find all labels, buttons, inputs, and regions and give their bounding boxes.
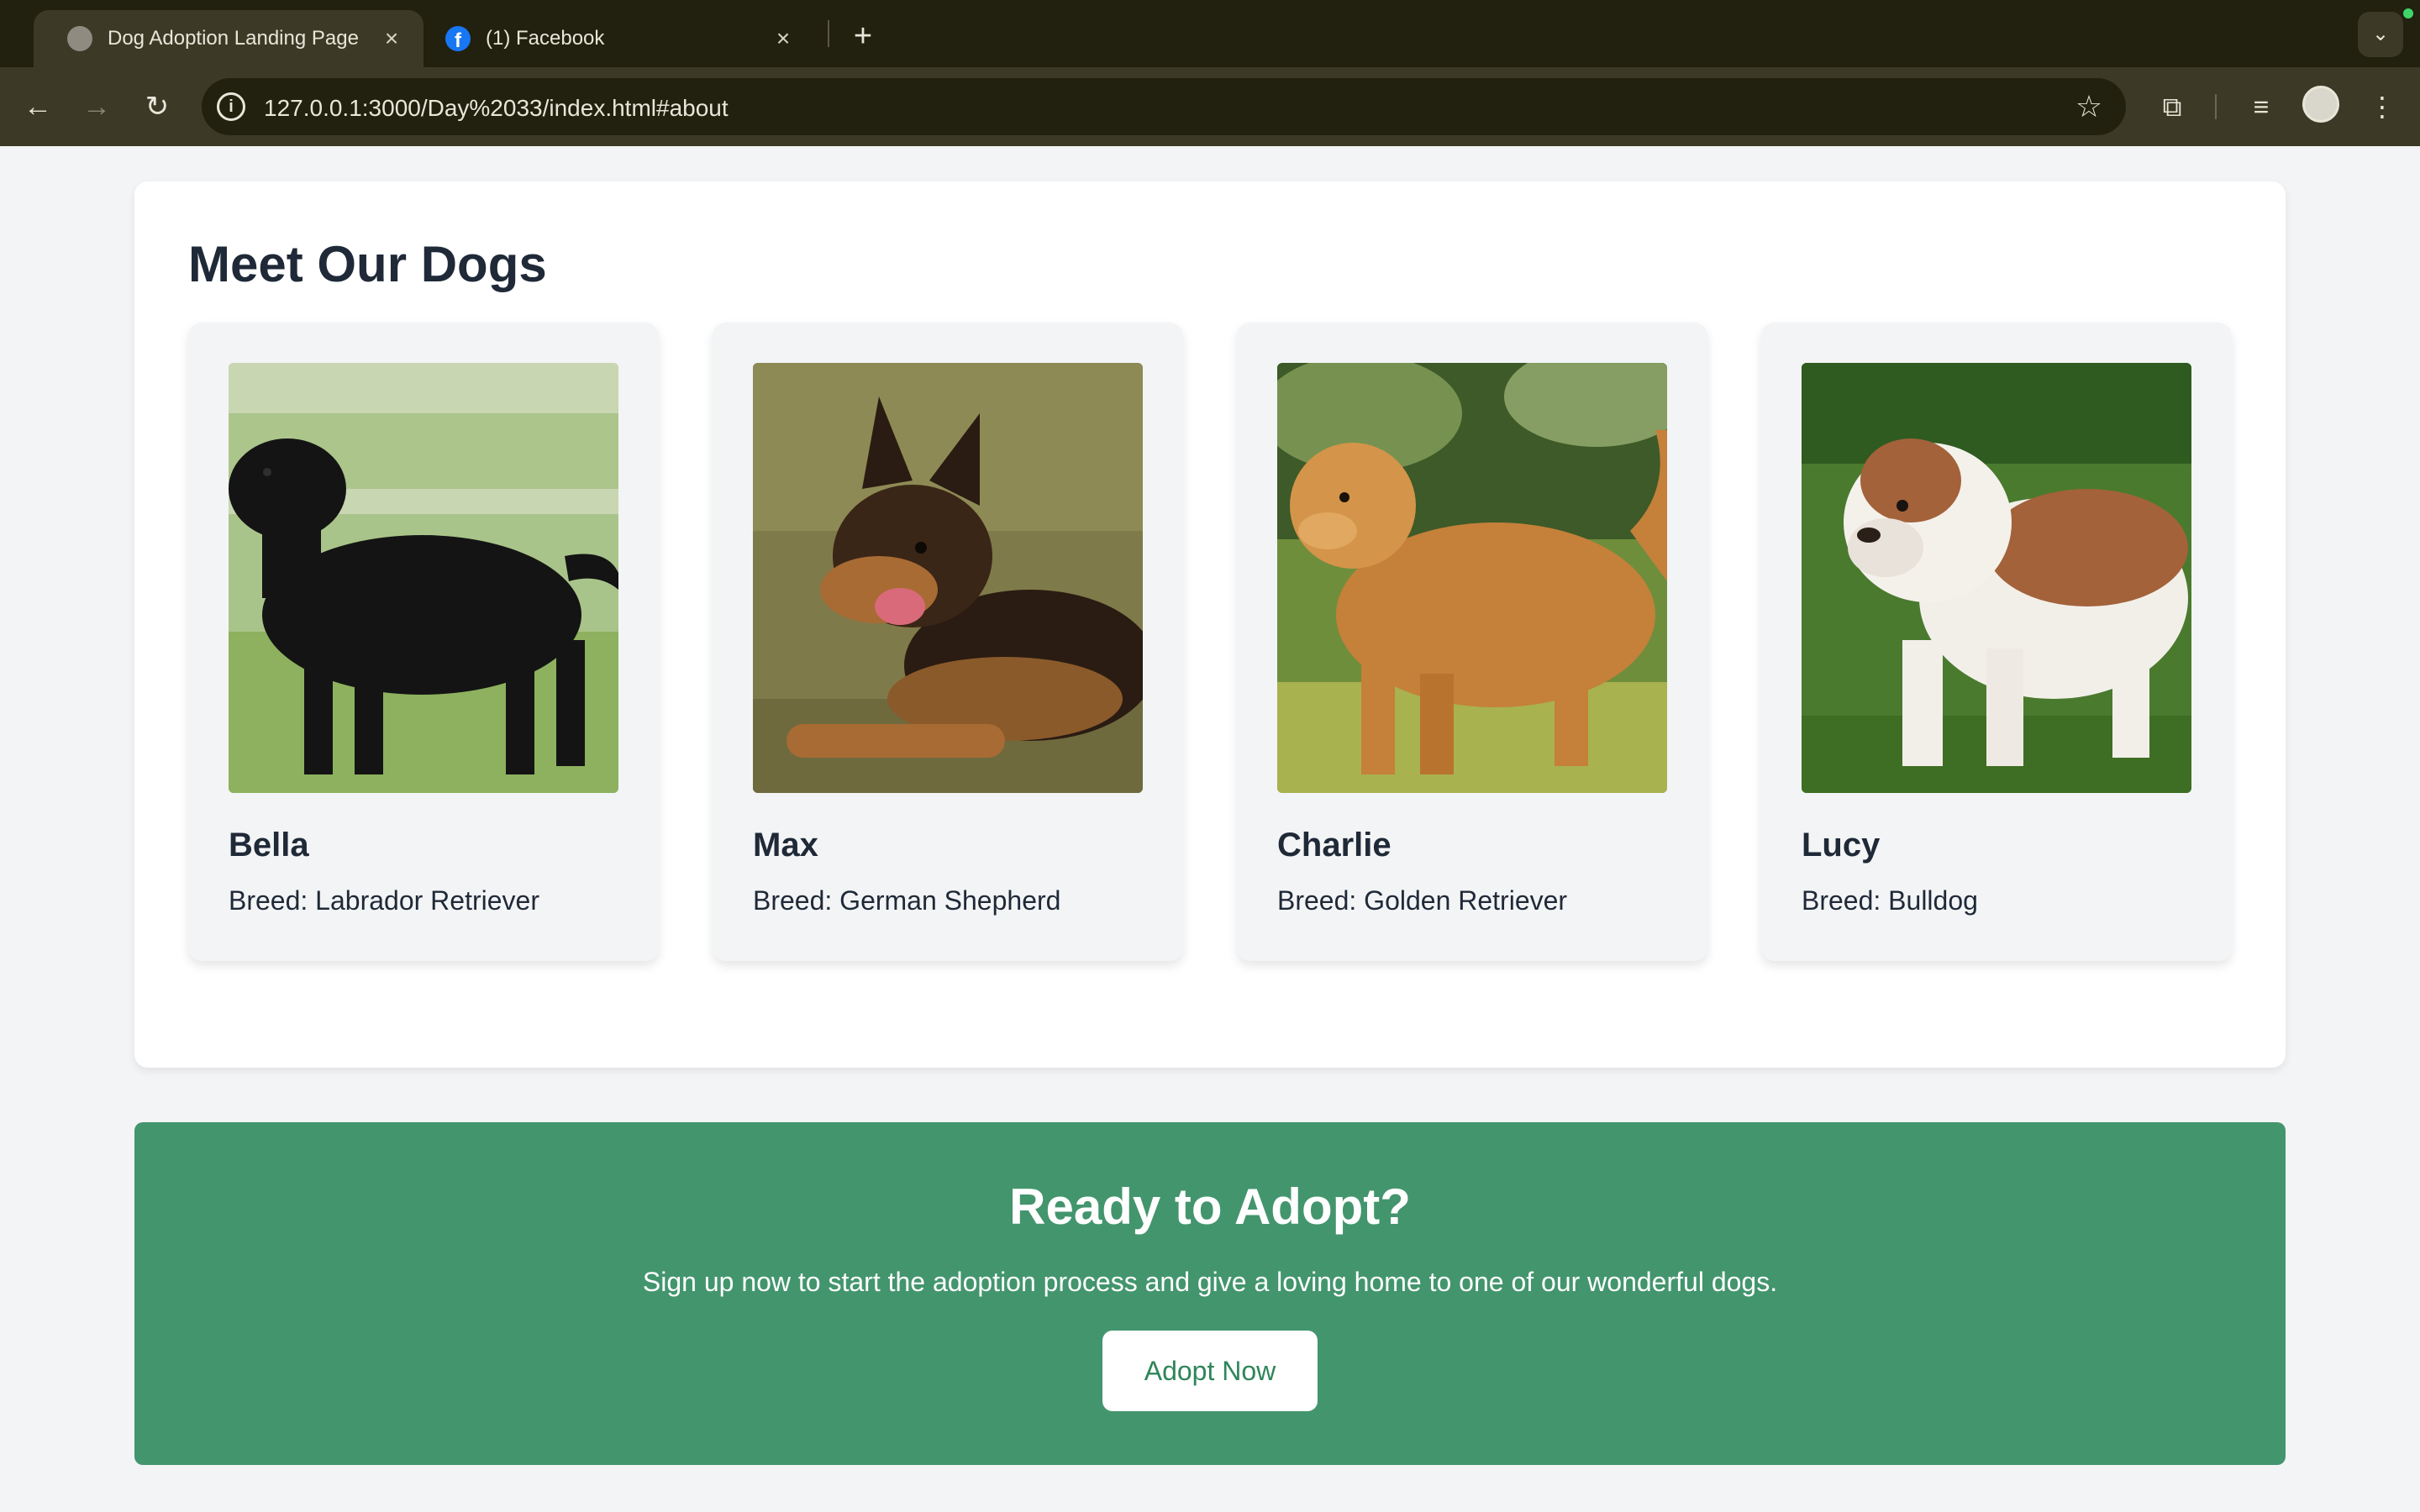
address-bar[interactable]: i 127.0.0.1:3000/Day%2033/index.html#abo… <box>202 78 2126 135</box>
tab-title: Dog Adoption Landing Page <box>108 27 359 50</box>
dog-card-max: Max Breed: German Shepherd <box>713 323 1183 961</box>
tab-dog-adoption[interactable]: Dog Adoption Landing Page × <box>34 10 424 67</box>
adopt-description: Sign up now to start the adoption proces… <box>642 1267 1778 1297</box>
back-button[interactable]: ← <box>17 86 59 128</box>
chrome-menu-icon[interactable]: ⋮ <box>2361 86 2403 128</box>
dog-breed: Breed: Golden Retriever <box>1277 885 1568 916</box>
bulldog-photo <box>1802 363 2191 793</box>
forward-button[interactable]: → <box>76 86 118 128</box>
media-control-icon[interactable]: ≡ <box>2240 86 2282 128</box>
tab-title: (1) Facebook <box>486 27 605 50</box>
tab-divider <box>828 20 829 47</box>
profile-avatar-icon[interactable] <box>2302 86 2339 123</box>
dog-name: Max <box>753 827 818 864</box>
toolbar-divider <box>2215 94 2217 119</box>
bookmark-star-icon[interactable]: ☆ <box>2069 87 2109 127</box>
german-shepherd-photo <box>753 363 1143 793</box>
dog-breed: Breed: Labrador Retriever <box>229 885 539 916</box>
extensions-icon[interactable]: ⧉ <box>2151 86 2193 128</box>
dog-photo-bella <box>229 363 618 793</box>
dog-name: Lucy <box>1802 827 1881 864</box>
new-tab-button[interactable]: + <box>842 15 884 57</box>
url-text[interactable]: 127.0.0.1:3000/Day%2033/index.html#about <box>264 95 729 122</box>
adopt-title: Ready to Adopt? <box>1009 1179 1411 1235</box>
adopt-section: Ready to Adopt? Sign up now to start the… <box>134 1122 2286 1465</box>
dog-breed: Breed: Bulldog <box>1802 885 1978 916</box>
tab-bar: Dog Adoption Landing Page × f (1) Facebo… <box>0 0 2420 67</box>
dogs-section: Meet Our Dogs Bella Breed: Labrador Retr… <box>134 181 2286 1068</box>
dog-card-bella: Bella Breed: Labrador Retriever <box>188 323 659 961</box>
facebook-icon: f <box>445 26 471 51</box>
browser-toolbar: ← → ↻ i 127.0.0.1:3000/Day%2033/index.ht… <box>0 67 2420 146</box>
section-title: Meet Our Dogs <box>188 236 547 292</box>
tab-search-button[interactable]: ⌄ <box>2358 12 2403 57</box>
close-tab-icon[interactable]: × <box>768 24 798 54</box>
dog-photo-max <box>753 363 1143 793</box>
dog-photo-lucy <box>1802 363 2191 793</box>
dog-card-charlie: Charlie Breed: Golden Retriever <box>1237 323 1707 961</box>
site-info-icon[interactable]: i <box>217 92 245 121</box>
dog-breed: Breed: German Shepherd <box>753 885 1061 916</box>
update-indicator <box>2403 8 2413 18</box>
dog-name: Charlie <box>1277 827 1392 864</box>
globe-icon <box>67 26 92 51</box>
dog-photo-charlie <box>1277 363 1667 793</box>
reload-button[interactable]: ↻ <box>136 86 178 128</box>
dog-card-lucy: Lucy Breed: Bulldog <box>1761 323 2232 961</box>
golden-retriever-photo <box>1277 363 1667 793</box>
tab-facebook[interactable]: f (1) Facebook × <box>412 10 815 67</box>
dog-name: Bella <box>229 827 309 864</box>
close-tab-icon[interactable]: × <box>376 24 407 54</box>
black-labrador-photo <box>229 363 618 793</box>
adopt-now-button[interactable]: Adopt Now <box>1102 1331 1318 1411</box>
